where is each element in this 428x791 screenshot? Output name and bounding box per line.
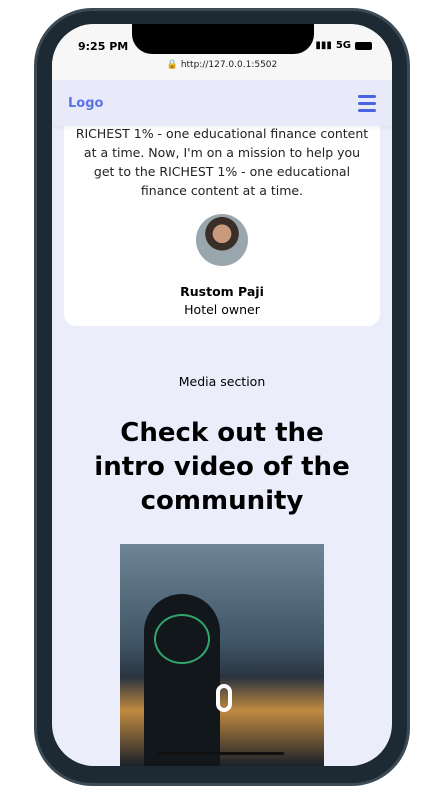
testimonial-quote: RICHEST 1% - one educational finance con… xyxy=(75,126,369,198)
media-label: Media section xyxy=(178,374,266,389)
avatar xyxy=(196,214,248,266)
lock-icon: 🔒 xyxy=(166,60,178,70)
address-bar[interactable]: 🔒 http://127.0.0.1:5502 xyxy=(52,60,392,70)
network: 5G xyxy=(335,40,351,51)
navbar: Logo xyxy=(52,80,392,126)
testimonial-role: Hotel owner xyxy=(184,302,260,317)
battery-icon xyxy=(355,41,372,50)
testimonial-name: Rustom Paji xyxy=(180,284,264,299)
intro-video[interactable] xyxy=(120,544,324,766)
time: 9:25 PM xyxy=(78,40,129,53)
notch xyxy=(132,24,314,54)
screen: 9:25 PM ▮▮▮ 5G 🔒 http://127.0.0.1:5502 Lo… xyxy=(52,24,392,766)
signal: ▮▮▮ 5G xyxy=(315,40,372,51)
logo[interactable]: Logo xyxy=(68,96,103,111)
home-indicator xyxy=(158,752,284,755)
media-heading: Check out the intro video of the communi… xyxy=(94,418,350,516)
testimonial-card: RICHEST 1% - one educational finance con… xyxy=(64,104,380,326)
signal-icon: ▮▮▮ xyxy=(315,40,332,51)
play-icon[interactable] xyxy=(216,684,232,712)
video-thumbnail-figure xyxy=(144,594,220,766)
status-bar: 9:25 PM ▮▮▮ 5G 🔒 http://127.0.0.1:5502 xyxy=(52,24,392,80)
menu-icon[interactable] xyxy=(358,94,376,112)
url: http://127.0.0.1:5502 xyxy=(180,60,278,70)
